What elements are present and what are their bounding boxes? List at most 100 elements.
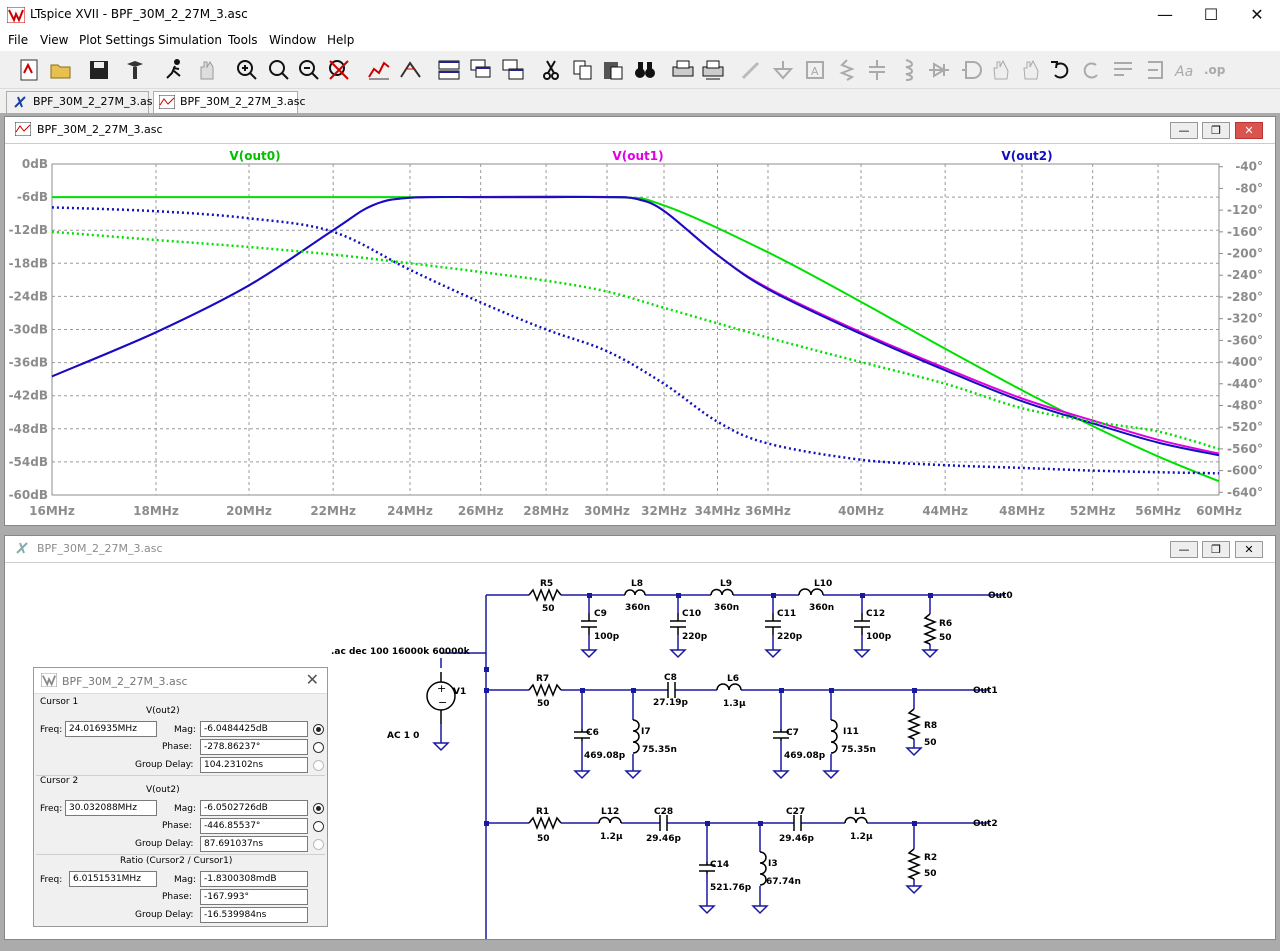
resistor-icon[interactable]: [834, 57, 860, 83]
cursor1-gd-radio[interactable]: [313, 760, 324, 771]
menu-help[interactable]: Help: [327, 33, 354, 47]
ac-directive[interactable]: .ac dec 100 16000k 60000k: [331, 647, 471, 657]
ground-icon[interactable]: [770, 57, 796, 83]
waveform-close-button[interactable]: ✕: [1235, 122, 1263, 139]
tab-waveform[interactable]: BPF_30M_2_27M_3.asc: [153, 91, 306, 113]
trace-vout2-magnitude[interactable]: [51, 195, 1220, 457]
val-l9: 360n: [714, 603, 739, 613]
component-icon[interactable]: [958, 57, 984, 83]
save-icon[interactable]: [86, 57, 112, 83]
cascade-icon[interactable]: [468, 57, 494, 83]
cursor2-gd-label: Group Delay:: [135, 839, 194, 849]
cursor2-phase-field[interactable]: -446.85537°: [200, 818, 308, 834]
ref-c10: C10: [682, 609, 701, 619]
cursor2-mag-radio[interactable]: [313, 803, 324, 814]
cursor1-phase-radio[interactable]: [313, 742, 324, 753]
legend-vout0[interactable]: V(out0): [229, 149, 280, 163]
cursor1-gd-field[interactable]: 104.23102ns: [200, 757, 308, 773]
paste-icon[interactable]: [600, 57, 626, 83]
zoom-in-icon[interactable]: [234, 57, 260, 83]
source-value: AC 1 0: [387, 731, 419, 741]
menu-window[interactable]: Window: [269, 33, 316, 47]
print-preview-icon[interactable]: [700, 57, 726, 83]
cursor2-gd-field[interactable]: 87.691037ns: [200, 836, 308, 852]
text-icon[interactable]: Aa: [1172, 57, 1198, 83]
schematic-minimize-button[interactable]: —: [1170, 541, 1198, 558]
diode-icon[interactable]: [926, 57, 952, 83]
cursor2-phase-radio[interactable]: [313, 821, 324, 832]
print-icon[interactable]: [670, 57, 696, 83]
source-ref: V1: [453, 687, 466, 697]
pick-visible-traces-icon[interactable]: [398, 57, 424, 83]
legend-vout1[interactable]: V(out1): [612, 149, 663, 163]
cursor2-phase-label: Phase:: [162, 821, 192, 831]
schematic-icon: [16, 542, 28, 554]
ref-c12: C12: [866, 609, 885, 619]
cursor1-freq-field[interactable]: 24.016935MHz: [65, 721, 157, 737]
ref-l6: L6: [727, 674, 739, 684]
copy-icon[interactable]: [570, 57, 596, 83]
trace-vout2-phase[interactable]: [51, 206, 1220, 475]
y-tick-label: -54dB: [9, 455, 48, 469]
bode-plot[interactable]: V(out0) V(out1) V(out2) 16MHz 18MHz 20MHz 2…: [5, 144, 1275, 525]
cursor2-mag-field[interactable]: -6.0502726dB: [200, 800, 308, 816]
menu-tools[interactable]: Tools: [228, 33, 258, 47]
close-window-button[interactable]: ✕: [1234, 0, 1280, 31]
halt-hand-icon[interactable]: [194, 57, 220, 83]
waveform-restore-button[interactable]: ❐: [1202, 122, 1230, 139]
trace-vout0-phase[interactable]: [51, 230, 1220, 451]
autorange-icon[interactable]: [366, 57, 392, 83]
schematic-close-button[interactable]: ✕: [1235, 541, 1263, 558]
control-panel-icon[interactable]: [122, 57, 148, 83]
menu-simulation[interactable]: Simulation: [158, 33, 222, 47]
ratio-freq-field[interactable]: 6.0151531MHz: [69, 871, 157, 887]
drag-hand-icon[interactable]: [1018, 57, 1044, 83]
tab-schematic[interactable]: BPF_30M_2_27M_3.asc: [6, 91, 159, 113]
phase-tick-label: -640°: [1227, 485, 1263, 499]
minimize-button[interactable]: —: [1142, 0, 1188, 31]
cursor1-mag-radio[interactable]: [313, 724, 324, 735]
redo-icon[interactable]: [1078, 57, 1104, 83]
cursor2-gd-radio[interactable]: [313, 839, 324, 850]
voltage-source-v1[interactable]: + −: [426, 672, 456, 724]
spice-directive-icon[interactable]: .op: [1202, 57, 1228, 83]
val-c7: 469.08p: [784, 751, 826, 761]
move-hand-icon[interactable]: [988, 57, 1014, 83]
menu-file[interactable]: File: [8, 33, 28, 47]
find-binoculars-icon[interactable]: [632, 57, 658, 83]
x-tick-label: 44MHz: [922, 504, 968, 518]
tile-vertical-icon[interactable]: [500, 57, 526, 83]
menu-view[interactable]: View: [40, 33, 68, 47]
cursor-window-close-icon[interactable]: ✕: [306, 670, 319, 689]
cursor2-freq-field[interactable]: 30.032088MHz: [65, 800, 157, 816]
ratio-phase-field[interactable]: -167.993°: [200, 889, 308, 905]
run-icon[interactable]: [162, 57, 188, 83]
cut-icon[interactable]: [538, 57, 564, 83]
mirror-icon[interactable]: [1142, 57, 1168, 83]
cursor1-phase-field[interactable]: -278.86237°: [200, 739, 308, 755]
menu-plot-settings[interactable]: Plot Settings: [79, 33, 155, 47]
cursor1-mag-field[interactable]: -6.0484425dB: [200, 721, 308, 737]
trace-vout1-magnitude[interactable]: [51, 195, 1220, 455]
tile-horizontal-icon[interactable]: [436, 57, 462, 83]
inductor-icon[interactable]: [894, 57, 920, 83]
new-schematic-icon[interactable]: [16, 57, 42, 83]
capacitor-icon[interactable]: [864, 57, 890, 83]
zoom-cancel-icon[interactable]: [326, 57, 352, 83]
ratio-mag-field[interactable]: -1.8300308mdB: [200, 871, 308, 887]
section-divider: [36, 854, 325, 855]
zoom-out-icon[interactable]: [296, 57, 322, 83]
schematic-restore-button[interactable]: ❐: [1202, 541, 1230, 558]
open-folder-icon[interactable]: [48, 57, 74, 83]
draw-wire-icon[interactable]: [738, 57, 764, 83]
zoom-full-icon[interactable]: [266, 57, 292, 83]
undo-icon[interactable]: [1048, 57, 1074, 83]
label-net-icon[interactable]: A: [802, 57, 828, 83]
trace-vout0-magnitude[interactable]: [51, 195, 1220, 483]
maximize-button[interactable]: ☐: [1188, 0, 1234, 31]
ratio-gd-field[interactable]: -16.539984ns: [200, 907, 308, 923]
waveform-minimize-button[interactable]: —: [1170, 122, 1198, 139]
rotate-icon[interactable]: [1110, 57, 1136, 83]
val-r5: 50: [542, 604, 555, 614]
legend-vout2[interactable]: V(out2): [1001, 149, 1052, 163]
